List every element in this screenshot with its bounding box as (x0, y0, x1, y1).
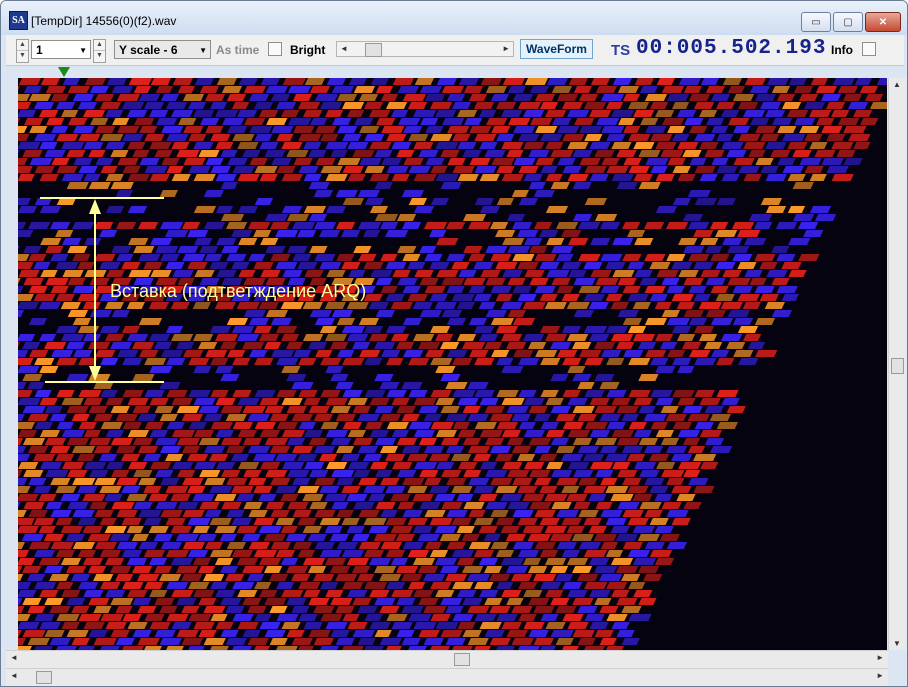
app-icon: SA (9, 11, 28, 30)
dropdown-arrow-icon: ▼ (199, 46, 207, 55)
brightness-slider[interactable]: ◄ ► (336, 41, 514, 57)
horizontal-scrollbar-2[interactable]: ◄ ► (6, 668, 888, 686)
horizontal-scroll-thumb-1[interactable] (454, 653, 470, 666)
info-label: Info (831, 43, 853, 57)
timecode-display: 00:005.502.193 (636, 37, 827, 60)
spectrogram-view[interactable]: Вставка (подтветждение ARQ) (18, 78, 887, 650)
yscale-select[interactable]: Y scale - 6 ▼ (114, 40, 211, 59)
window-controls: ▭ ▢ ✕ (799, 12, 901, 32)
channel-spinner-2[interactable]: ▲ ▼ (93, 39, 106, 63)
info-checkbox[interactable] (862, 42, 876, 56)
scroll-right-icon[interactable]: ► (876, 653, 884, 662)
scroll-down-icon[interactable]: ▼ (893, 639, 901, 648)
scroll-left-icon[interactable]: ◄ (10, 653, 18, 662)
vertical-scrollbar[interactable]: ▲ ▼ (888, 78, 906, 650)
channel-select[interactable]: 1 ▼ (31, 40, 91, 59)
spin-down-icon[interactable]: ▼ (94, 51, 105, 61)
horizontal-scrollbar-1[interactable]: ◄ ► (6, 650, 888, 668)
brightness-slider-thumb[interactable] (365, 43, 382, 57)
close-button[interactable]: ✕ (865, 12, 901, 32)
title-bar[interactable]: SA [TempDir] 14556(0)(f2).wav ▭ ▢ ✕ (1, 1, 907, 35)
position-marker-icon[interactable] (58, 67, 70, 77)
app-window: SA [TempDir] 14556(0)(f2).wav ▭ ▢ ✕ ▲ ▼ … (0, 0, 908, 687)
spin-up-icon[interactable]: ▲ (17, 40, 28, 51)
annotation-arrow-up (89, 199, 101, 214)
vertical-scroll-thumb[interactable] (891, 358, 904, 374)
annotation-label: Вставка (подтветждение ARQ) (110, 281, 367, 301)
horizontal-scroll-thumb-2[interactable] (36, 671, 52, 684)
scroll-left-icon[interactable]: ◄ (10, 671, 18, 680)
maximize-button[interactable]: ▢ (833, 12, 863, 32)
annotation-arrow-down (89, 366, 101, 381)
scroll-right-icon[interactable]: ► (876, 671, 884, 680)
annotation-overlay (40, 197, 164, 383)
spin-down-icon[interactable]: ▼ (17, 51, 28, 61)
scroll-left-icon[interactable]: ◄ (340, 42, 348, 56)
channel-spinner[interactable]: ▲ ▼ (16, 39, 29, 63)
window-title: [TempDir] 14556(0)(f2).wav (31, 14, 177, 28)
yscale-value: Y scale - 6 (119, 43, 178, 57)
scroll-up-icon[interactable]: ▲ (893, 80, 901, 89)
as-time-checkbox[interactable] (268, 42, 282, 56)
waveform-button[interactable]: WaveForm (520, 39, 593, 59)
channel-value: 1 (36, 43, 43, 57)
dropdown-arrow-icon: ▼ (79, 46, 87, 55)
ts-label: TS (611, 42, 631, 59)
scroll-right-icon[interactable]: ► (502, 42, 510, 56)
as-time-label: As time (216, 43, 260, 57)
bright-label: Bright (290, 43, 326, 57)
minimize-button[interactable]: ▭ (801, 12, 831, 32)
spin-up-icon[interactable]: ▲ (94, 40, 105, 51)
toolbar: ▲ ▼ 1 ▼ ▲ ▼ Y scale - 6 ▼ As time Bright… (6, 35, 904, 66)
